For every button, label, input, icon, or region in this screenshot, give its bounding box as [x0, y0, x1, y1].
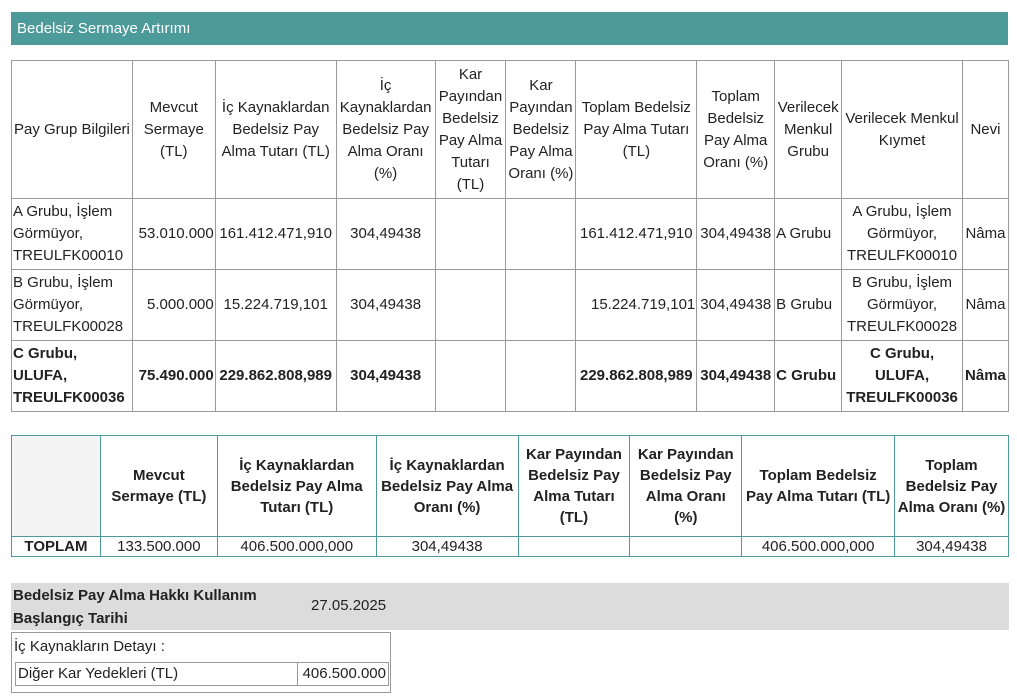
cell: A Grubu, İşlem Görmüyor, TREULFK00010 — [11, 198, 133, 270]
cell: Nâma — [961, 340, 1010, 412]
cell: 161.412.471,910 — [214, 198, 337, 270]
cell: 304,49438 — [335, 198, 436, 270]
group-table: Pay Grup Bilgileri Mevcut Sermaye (TL) İ… — [11, 60, 1010, 412]
cell: 304,49438 — [894, 536, 1009, 557]
cell: B Grubu — [774, 269, 843, 341]
cell: 133.500.000 — [99, 536, 218, 557]
col-header: Mevcut Sermaye (TL) — [131, 60, 216, 199]
table-row: Diğer Kar Yedekleri (TL) 406.500.000 — [15, 662, 389, 686]
table-row: A Grubu, İşlem Görmüyor, TREULFK00010 53… — [11, 198, 1010, 270]
cell: B Grubu, İşlem Görmüyor, TREULFK00028 — [841, 269, 963, 341]
table-row: B Grubu, İşlem Görmüyor, TREULFK00028 5.… — [11, 269, 1010, 341]
cell — [517, 536, 631, 557]
cell: 304,49438 — [696, 198, 776, 270]
cell — [505, 198, 577, 270]
col-header: Kar Payından Bedelsiz Pay Alma Tutarı (T… — [434, 60, 507, 199]
section-title: Bedelsiz Sermaye Artırımı — [11, 12, 1008, 45]
cell: 229.862.808,989 — [214, 340, 337, 412]
col-header: Kar Payından Bedelsiz Pay Alma Tutarı (T… — [517, 435, 631, 537]
col-header: Toplam Bedelsiz Pay Alma Tutarı (TL) — [575, 60, 698, 199]
cell: A Grubu — [774, 198, 843, 270]
start-date-value: 27.05.2025 — [311, 597, 387, 614]
resource-detail: İç Kaynakların Detayı : Diğer Kar Yedekl… — [11, 632, 391, 693]
start-date-label: Bedelsiz Pay Alma Hakkı Kullanım Başlang… — [13, 587, 257, 627]
cell: 304,49438 — [335, 340, 436, 412]
resource-detail-title: İç Kaynakların Detayı : — [14, 638, 165, 655]
cell: Diğer Kar Yedekleri (TL) — [15, 662, 298, 686]
cell: C Grubu, ULUFA, TREULFK00036 — [841, 340, 963, 412]
col-header: Kar Payından Bedelsiz Pay Alma Oranı (%) — [505, 60, 577, 199]
col-header: Pay Grup Bilgileri — [11, 60, 133, 199]
col-header: Toplam Bedelsiz Pay Alma Oranı (%) — [894, 435, 1009, 537]
col-header: İç Kaynaklardan Bedelsiz Pay Alma Tutarı… — [214, 60, 337, 199]
cell — [505, 340, 577, 412]
col-header: Verilecek Menkul Kıymet — [841, 60, 963, 199]
cell: 406.500.000 — [297, 662, 389, 686]
total-table: Mevcut Sermaye (TL) İç Kaynaklardan Bede… — [11, 435, 1009, 557]
cell — [434, 340, 507, 412]
cell: 161.412.471,910 — [575, 198, 698, 270]
cell: 304,49438 — [375, 536, 519, 557]
cell: 53.010.000 — [131, 198, 216, 270]
total-table-header: Mevcut Sermaye (TL) İç Kaynaklardan Bede… — [11, 435, 1009, 537]
cell: Nâma — [961, 198, 1010, 270]
col-header: Kar Payından Bedelsiz Pay Alma Oranı (%) — [629, 435, 743, 537]
group-table-header: Pay Grup Bilgileri Mevcut Sermaye (TL) İ… — [11, 60, 1010, 199]
cell: 15.224.719,101 — [575, 269, 698, 341]
cell — [434, 269, 507, 341]
cell: 5.000.000 — [131, 269, 216, 341]
cell: 75.490.000 — [131, 340, 216, 412]
cell — [434, 198, 507, 270]
cell: 15.224.719,101 — [214, 269, 337, 341]
cell — [505, 269, 577, 341]
start-date-row: Bedelsiz Pay Alma Hakkı Kullanım Başlang… — [11, 583, 1009, 630]
total-label: TOPLAM — [11, 536, 101, 557]
cell — [629, 536, 743, 557]
col-header: İç Kaynaklardan Bedelsiz Pay Alma Tutarı… — [216, 435, 377, 537]
cell: A Grubu, İşlem Görmüyor, TREULFK00010 — [841, 198, 963, 270]
cell: 406.500.000,000 — [741, 536, 896, 557]
cell: 406.500.000,000 — [216, 536, 377, 557]
cell: 304,49438 — [335, 269, 436, 341]
cell: B Grubu, İşlem Görmüyor, TREULFK00028 — [11, 269, 133, 341]
col-header — [11, 435, 101, 537]
cell: Nâma — [961, 269, 1010, 341]
col-header: İç Kaynaklardan Bedelsiz Pay Alma Oranı … — [335, 60, 436, 199]
col-header: Mevcut Sermaye (TL) — [99, 435, 218, 537]
col-header: İç Kaynaklardan Bedelsiz Pay Alma Oranı … — [375, 435, 519, 537]
col-header: Verilecek Menkul Grubu — [774, 60, 843, 199]
cell: C Grubu — [774, 340, 843, 412]
cell: 304,49438 — [696, 269, 776, 341]
cell: 229.862.808,989 — [575, 340, 698, 412]
resource-detail-table: Diğer Kar Yedekleri (TL) 406.500.000 — [15, 662, 389, 686]
cell: C Grubu, ULUFA, TREULFK00036 — [11, 340, 133, 412]
cell: 304,49438 — [696, 340, 776, 412]
col-header: Toplam Bedelsiz Pay Alma Oranı (%) — [696, 60, 776, 199]
col-header: Toplam Bedelsiz Pay Alma Tutarı (TL) — [741, 435, 896, 537]
table-row: C Grubu, ULUFA, TREULFK00036 75.490.000 … — [11, 340, 1010, 412]
col-header: Nevi — [961, 60, 1010, 199]
total-row: TOPLAM 133.500.000 406.500.000,000 304,4… — [11, 536, 1009, 557]
